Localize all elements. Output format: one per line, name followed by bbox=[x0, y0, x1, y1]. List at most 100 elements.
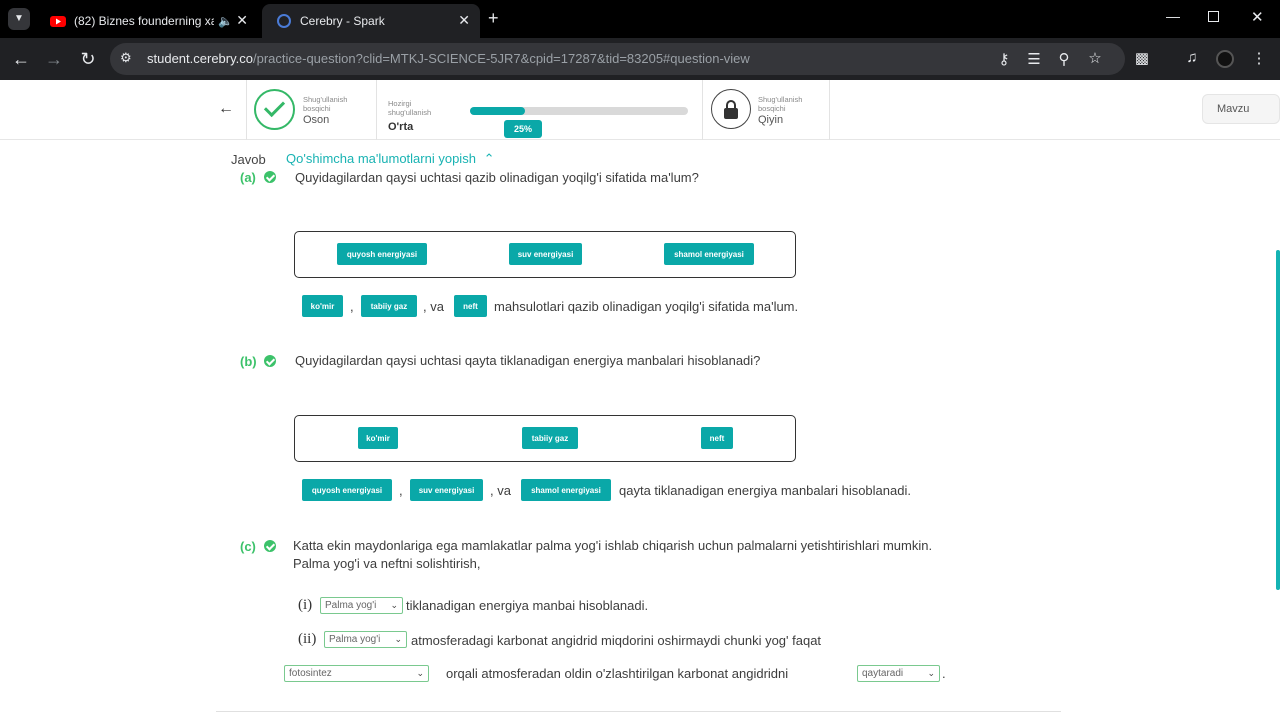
site-settings-icon[interactable]: ⚙ bbox=[120, 50, 132, 66]
select-value: Palma yog'i bbox=[329, 634, 381, 645]
process-select[interactable]: fotosintez ⌄ bbox=[284, 665, 429, 682]
part-a-options-box: quyosh energiyasi suv energiyasi shamol … bbox=[294, 231, 796, 278]
divider bbox=[216, 711, 1061, 712]
option-chip[interactable]: suv energiyasi bbox=[509, 243, 582, 265]
address-bar[interactable]: ⚙ student.cerebry.co/practice-question?c… bbox=[110, 43, 1125, 75]
select-value: qaytaradi bbox=[862, 668, 904, 679]
part-b-question: Quyidagilardan qaysi uchtasi qayta tikla… bbox=[295, 353, 761, 368]
and-text: , va bbox=[423, 299, 444, 314]
option-chip[interactable]: quyosh energiyasi bbox=[337, 243, 427, 265]
level-easy-label: Shug'ullanish bosqichi bbox=[303, 95, 348, 113]
comma: , bbox=[350, 299, 354, 314]
url-host: student.cerebry.co bbox=[147, 51, 253, 66]
lock-icon bbox=[711, 89, 751, 129]
option-chip[interactable]: tabiiy gaz bbox=[522, 427, 578, 449]
select-value: fotosintez bbox=[289, 668, 332, 679]
chevron-down-icon: ⌄ bbox=[927, 668, 935, 678]
answer-chip[interactable]: ko'mir bbox=[302, 295, 343, 317]
translate-icon[interactable]: ☰ bbox=[1023, 50, 1045, 68]
cerebry-icon bbox=[277, 14, 291, 28]
url-text: student.cerebry.co/practice-question?cli… bbox=[147, 51, 750, 66]
extensions-icon[interactable]: ▩ bbox=[1131, 49, 1153, 67]
progress-fill bbox=[470, 107, 525, 115]
reload-icon[interactable]: ↻ bbox=[77, 48, 99, 70]
sentence-end: . bbox=[942, 666, 946, 681]
chevron-down-icon: ⌄ bbox=[390, 600, 398, 610]
level-hard-label: Shug'ullanish bosqichi bbox=[758, 95, 803, 113]
subpart-ii-label: (ii) bbox=[298, 631, 317, 647]
restore-icon[interactable] bbox=[1208, 11, 1219, 22]
answer-chip[interactable]: suv energiyasi bbox=[410, 479, 483, 501]
browser-tab-bar: ▼ (82) Biznes founderning xar 🔈 ✕ Cerebr… bbox=[0, 0, 1280, 38]
subpart-i-text: tiklanadigan energiya manbai hisoblanadi… bbox=[406, 598, 649, 613]
comma: , bbox=[399, 483, 403, 498]
answer-label: Javob bbox=[231, 152, 266, 167]
check-icon bbox=[264, 171, 276, 183]
media-control-icon[interactable]: ♫ bbox=[1181, 49, 1203, 66]
topic-button-label: Mavzu bbox=[1217, 103, 1250, 115]
back-icon[interactable]: ← bbox=[10, 48, 32, 70]
subpart-i-select[interactable]: Palma yog'i ⌄ bbox=[320, 597, 403, 614]
answer-chip[interactable]: shamol energiyasi bbox=[521, 479, 611, 501]
subpart-ii-select[interactable]: Palma yog'i ⌄ bbox=[324, 631, 407, 648]
part-a-label: (a) bbox=[240, 170, 256, 185]
option-chip[interactable]: shamol energiyasi bbox=[664, 243, 754, 265]
new-tab-icon[interactable]: + bbox=[488, 8, 499, 29]
check-circle-icon bbox=[254, 89, 295, 130]
page-scrollbar[interactable] bbox=[1276, 250, 1280, 590]
progress-badge: 25% bbox=[504, 120, 542, 138]
tab-title: (82) Biznes founderning xar bbox=[74, 14, 214, 28]
option-chip[interactable]: neft bbox=[701, 427, 733, 449]
forward-icon[interactable]: → bbox=[43, 48, 65, 70]
level-easy: Shug'ullanish bosqichi Oson bbox=[246, 80, 376, 140]
chevron-down-icon: ⌄ bbox=[394, 634, 402, 644]
zoom-icon[interactable]: ⚲ bbox=[1053, 50, 1075, 68]
youtube-icon bbox=[50, 16, 66, 27]
back-arrow-icon[interactable]: ← bbox=[218, 100, 234, 118]
answer-chip[interactable]: tabiiy gaz bbox=[361, 295, 417, 317]
topic-button[interactable]: Mavzu bbox=[1202, 94, 1280, 124]
level-hard-value: Qiyin bbox=[758, 114, 784, 126]
toggle-details-link[interactable]: Qo'shimcha ma'lumotlarni yopish ⌃ bbox=[286, 151, 494, 167]
select-value: Palma yog'i bbox=[325, 600, 377, 611]
speaker-icon[interactable]: 🔈 bbox=[218, 14, 233, 28]
tab-youtube[interactable]: (82) Biznes founderning xar 🔈 ✕ bbox=[36, 4, 258, 38]
and-text: , va bbox=[490, 483, 511, 498]
bookmark-star-icon[interactable]: ☆ bbox=[1084, 49, 1106, 67]
practice-header: ← Shug'ullanish bosqichi Oson Hozirgi sh… bbox=[0, 80, 1280, 140]
close-tab-icon[interactable]: ✕ bbox=[458, 12, 470, 29]
level-current-label: Hozirgi shug'ullanish bbox=[388, 99, 432, 117]
progress-percent: 25% bbox=[513, 124, 532, 134]
chevron-down-icon: ⌄ bbox=[416, 668, 424, 678]
level-hard: Shug'ullanish bosqichi Qiyin bbox=[702, 80, 830, 140]
close-tab-icon[interactable]: ✕ bbox=[236, 12, 248, 29]
subpart-ii-text: atmosferadagi karbonat angidrid miqdorin… bbox=[411, 633, 822, 648]
key-icon[interactable]: ⚷ bbox=[993, 50, 1015, 68]
level-current-value: O'rta bbox=[388, 121, 414, 133]
tab-title: Cerebry - Spark bbox=[300, 14, 385, 28]
level-easy-value: Oson bbox=[303, 114, 330, 126]
answer-chip[interactable]: neft bbox=[454, 295, 487, 317]
part-a-suffix: mahsulotlari qazib olinadigan yoqilg'i s… bbox=[494, 299, 799, 314]
close-window-icon[interactable]: ✕ bbox=[1251, 8, 1264, 26]
profile-avatar[interactable] bbox=[1216, 50, 1234, 68]
subpart-ii-text-2: orqali atmosferadan oldin o'zlashtirilga… bbox=[446, 666, 789, 681]
check-icon bbox=[264, 540, 276, 552]
browser-toolbar: ← → ↻ ⚙ student.cerebry.co/practice-ques… bbox=[0, 38, 1280, 80]
url-path: /practice-question?clid=MTKJ-SCIENCE-5JR… bbox=[252, 51, 750, 66]
chevron-up-icon: ⌃ bbox=[483, 151, 495, 166]
answer-chip[interactable]: quyosh energiyasi bbox=[302, 479, 392, 501]
part-c-line1: Katta ekin maydonlariga ega mamlakatlar … bbox=[293, 538, 933, 553]
part-b-label: (b) bbox=[240, 354, 257, 369]
part-b-options-box: ko'mir tabiiy gaz neft bbox=[294, 415, 796, 462]
tab-cerebry[interactable]: Cerebry - Spark ✕ bbox=[262, 4, 480, 38]
part-c-line2: Palma yog'i va neftni solishtirish, bbox=[293, 556, 481, 571]
part-a-question: Quyidagilardan qaysi uchtasi qazib olina… bbox=[295, 170, 699, 185]
part-b-suffix: qayta tiklanadigan energiya manbalari hi… bbox=[619, 483, 911, 498]
progress-track bbox=[470, 107, 688, 115]
action-select[interactable]: qaytaradi ⌄ bbox=[857, 665, 940, 682]
option-chip[interactable]: ko'mir bbox=[358, 427, 398, 449]
minimize-icon[interactable]: — bbox=[1166, 8, 1180, 24]
menu-icon[interactable]: ⋮ bbox=[1248, 49, 1270, 67]
tab-search-button[interactable]: ▼ bbox=[8, 8, 30, 30]
